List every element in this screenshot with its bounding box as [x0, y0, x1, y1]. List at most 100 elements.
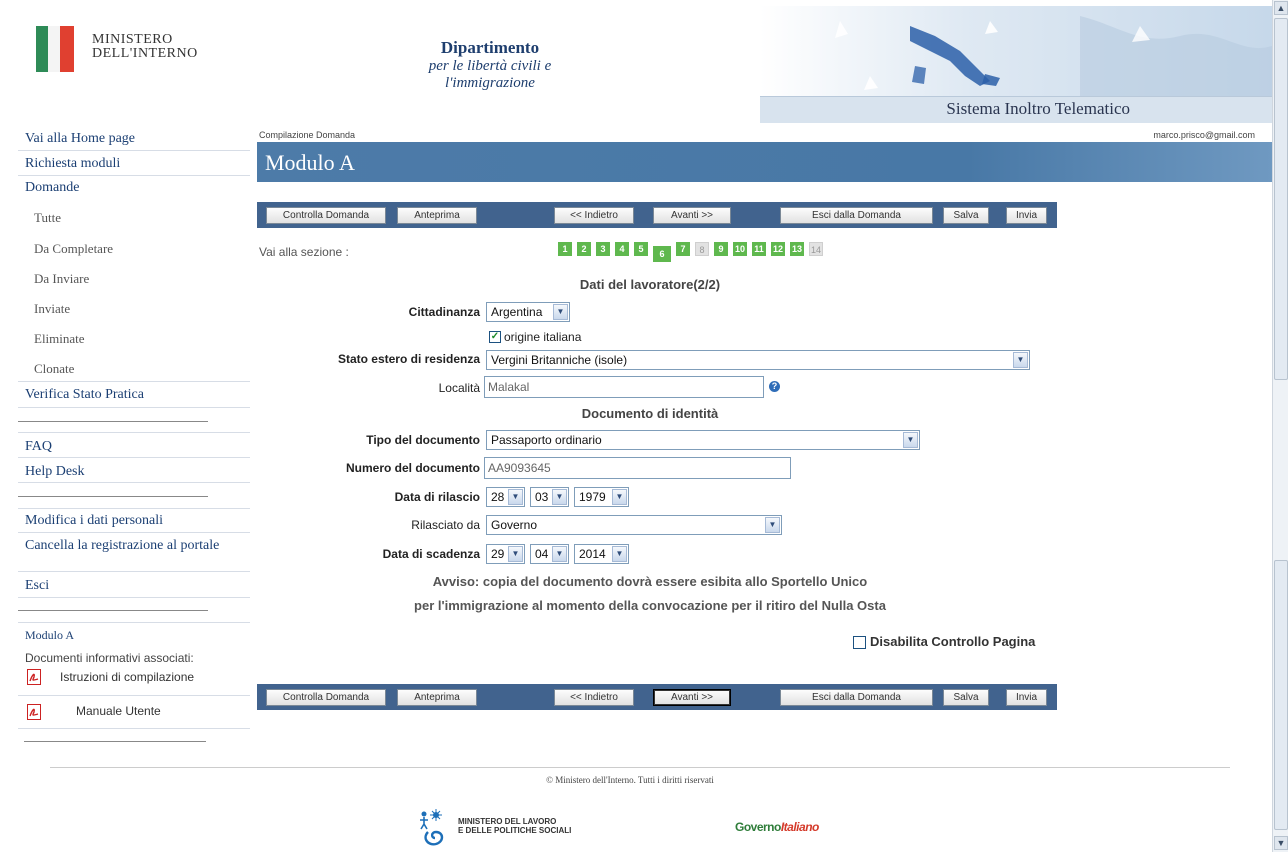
- tipo-documento-select[interactable]: Passaporto ordinario ▼: [486, 430, 920, 450]
- nav-help-desk[interactable]: Help Desk: [25, 464, 85, 480]
- esci-domanda-button[interactable]: Esci dalla Domanda: [780, 207, 933, 224]
- nav-clonate[interactable]: Clonate: [34, 361, 74, 377]
- localita-input[interactable]: Malakal: [484, 376, 764, 398]
- copyright: © Ministero dell'Interno. Tutti i diritt…: [546, 775, 714, 785]
- disabilita-controllo-checkbox[interactable]: [853, 636, 866, 649]
- nav-cancella-registrazione[interactable]: Cancella la registrazione al portale: [25, 538, 219, 554]
- invia-button[interactable]: Invia: [1006, 689, 1047, 706]
- rilasciato-da-value: Governo: [491, 518, 538, 532]
- form-toolbar-top: Controlla Domanda Anteprima << Indietro …: [257, 202, 1057, 228]
- chevron-down-icon[interactable]: ▼: [552, 489, 567, 505]
- salva-button[interactable]: Salva: [943, 207, 989, 224]
- anteprima-button[interactable]: Anteprima: [397, 689, 477, 706]
- section-link-4[interactable]: 4: [615, 242, 629, 256]
- scroll-down-icon[interactable]: ▼: [1274, 836, 1288, 850]
- invia-button[interactable]: Invia: [1006, 207, 1047, 224]
- governo-italiano-logo[interactable]: GovernoItaliano: [735, 820, 819, 834]
- scrollbar-thumb[interactable]: [1274, 560, 1288, 830]
- vertical-scrollbar[interactable]: ▲ ▼: [1272, 0, 1288, 852]
- anteprima-button[interactable]: Anteprima: [397, 207, 477, 224]
- nav-home[interactable]: Vai alla Home page: [25, 131, 135, 147]
- nav-da-inviare[interactable]: Da Inviare: [34, 271, 89, 287]
- esci-domanda-button[interactable]: Esci dalla Domanda: [780, 689, 933, 706]
- controlla-domanda-button[interactable]: Controlla Domanda: [266, 207, 386, 224]
- rilascio-month-select[interactable]: 03 ▼: [530, 487, 569, 507]
- section-title-document: Documento di identità: [581, 406, 719, 421]
- section-link-10[interactable]: 10: [733, 242, 747, 256]
- link-istruzioni[interactable]: Istruzioni di compilazione: [60, 670, 194, 684]
- avanti-button[interactable]: Avanti >>: [653, 689, 731, 706]
- section-link-1[interactable]: 1: [558, 242, 572, 256]
- user-email: marco.prisco@gmail.com: [1153, 130, 1255, 140]
- numero-documento-label: Numero del documento: [345, 461, 480, 475]
- indietro-button[interactable]: << Indietro: [554, 689, 634, 706]
- section-link-11[interactable]: 11: [752, 242, 766, 256]
- cittadinanza-select[interactable]: Argentina ▼: [486, 302, 570, 322]
- chevron-down-icon[interactable]: ▼: [765, 517, 780, 533]
- numero-documento-input[interactable]: AA9093645: [484, 457, 791, 479]
- nav-separator: [18, 421, 208, 422]
- scrollbar-track-segment[interactable]: [1274, 18, 1288, 380]
- section-link-9[interactable]: 9: [714, 242, 728, 256]
- stato-residenza-select[interactable]: Vergini Britanniche (isole) ▼: [486, 350, 1030, 370]
- nav-faq[interactable]: FAQ: [25, 439, 52, 455]
- scadenza-day-select[interactable]: 29 ▼: [486, 544, 525, 564]
- data-scadenza-label: Data di scadenza: [382, 547, 480, 561]
- chevron-down-icon[interactable]: ▼: [612, 489, 627, 505]
- nav-eliminate[interactable]: Eliminate: [34, 331, 85, 347]
- section-link-13[interactable]: 13: [790, 242, 804, 256]
- link-manuale-utente[interactable]: Manuale Utente: [76, 704, 161, 718]
- section-link-5[interactable]: 5: [634, 242, 648, 256]
- section-link-6[interactable]: 6: [653, 246, 671, 262]
- chevron-down-icon[interactable]: ▼: [1013, 352, 1028, 368]
- chevron-down-icon[interactable]: ▼: [508, 546, 523, 562]
- nav-verifica-stato[interactable]: Verifica Stato Pratica: [25, 387, 144, 403]
- nav-tutte[interactable]: Tutte: [34, 210, 61, 226]
- scadenza-month-select[interactable]: 04 ▼: [530, 544, 569, 564]
- scadenza-year-select[interactable]: 2014 ▼: [574, 544, 629, 564]
- rilasciato-da-select[interactable]: Governo ▼: [486, 515, 782, 535]
- nav-domande[interactable]: Domande: [25, 180, 79, 196]
- italy-map-banner: [760, 6, 1272, 96]
- rilascio-day-select[interactable]: 28 ▼: [486, 487, 525, 507]
- chevron-down-icon[interactable]: ▼: [552, 546, 567, 562]
- section-link-3[interactable]: 3: [596, 242, 610, 256]
- chevron-down-icon[interactable]: ▼: [612, 546, 627, 562]
- rilascio-year-select[interactable]: 1979 ▼: [574, 487, 629, 507]
- tipo-documento-label: Tipo del documento: [366, 433, 480, 447]
- gov-part2: Italiano: [780, 820, 820, 834]
- nav-da-completare[interactable]: Da Completare: [34, 241, 113, 257]
- cittadinanza-label: Cittadinanza: [408, 305, 480, 319]
- origine-italiana-label: origine italiana: [504, 330, 582, 344]
- nav-inviate[interactable]: Inviate: [34, 301, 70, 317]
- nav-separator: [18, 610, 208, 611]
- rilascio-year-value: 1979: [579, 490, 606, 504]
- salva-button[interactable]: Salva: [943, 689, 989, 706]
- indietro-button[interactable]: << Indietro: [554, 207, 634, 224]
- section-link-2[interactable]: 2: [577, 242, 591, 256]
- breadcrumb: Compilazione Domanda: [259, 130, 356, 140]
- stato-residenza-value: Vergini Britanniche (isole): [491, 353, 628, 367]
- nav-modulo-a[interactable]: Modulo A: [25, 628, 74, 643]
- avviso-line1: Avviso: copia del documento dovrà essere…: [432, 574, 868, 589]
- ministero-lavoro-logo[interactable]: [418, 808, 456, 851]
- scroll-up-icon[interactable]: ▲: [1274, 1, 1288, 15]
- chevron-down-icon[interactable]: ▼: [553, 304, 568, 320]
- ministry-name: MINISTERO DELL'INTERNO: [92, 33, 198, 61]
- chevron-down-icon[interactable]: ▼: [903, 432, 918, 448]
- section-link-12[interactable]: 12: [771, 242, 785, 256]
- origine-italiana-checkbox[interactable]: ✓: [489, 331, 501, 343]
- nav-modifica-dati[interactable]: Modifica i dati personali: [25, 513, 163, 529]
- scadenza-day-value: 29: [491, 547, 505, 561]
- form-toolbar-bottom: Controlla Domanda Anteprima << Indietro …: [257, 684, 1057, 710]
- ministry-logo: [36, 26, 74, 72]
- avanti-button[interactable]: Avanti >>: [653, 207, 731, 224]
- chevron-down-icon[interactable]: ▼: [508, 489, 523, 505]
- nav-esci[interactable]: Esci: [25, 578, 49, 594]
- section-link-7[interactable]: 7: [676, 242, 690, 256]
- map-image: [835, 16, 1272, 96]
- nav-richiesta-moduli[interactable]: Richiesta moduli: [25, 156, 120, 172]
- tipo-documento-value: Passaporto ordinario: [491, 433, 602, 447]
- controlla-domanda-button[interactable]: Controlla Domanda: [266, 689, 386, 706]
- help-icon[interactable]: ?: [769, 381, 780, 392]
